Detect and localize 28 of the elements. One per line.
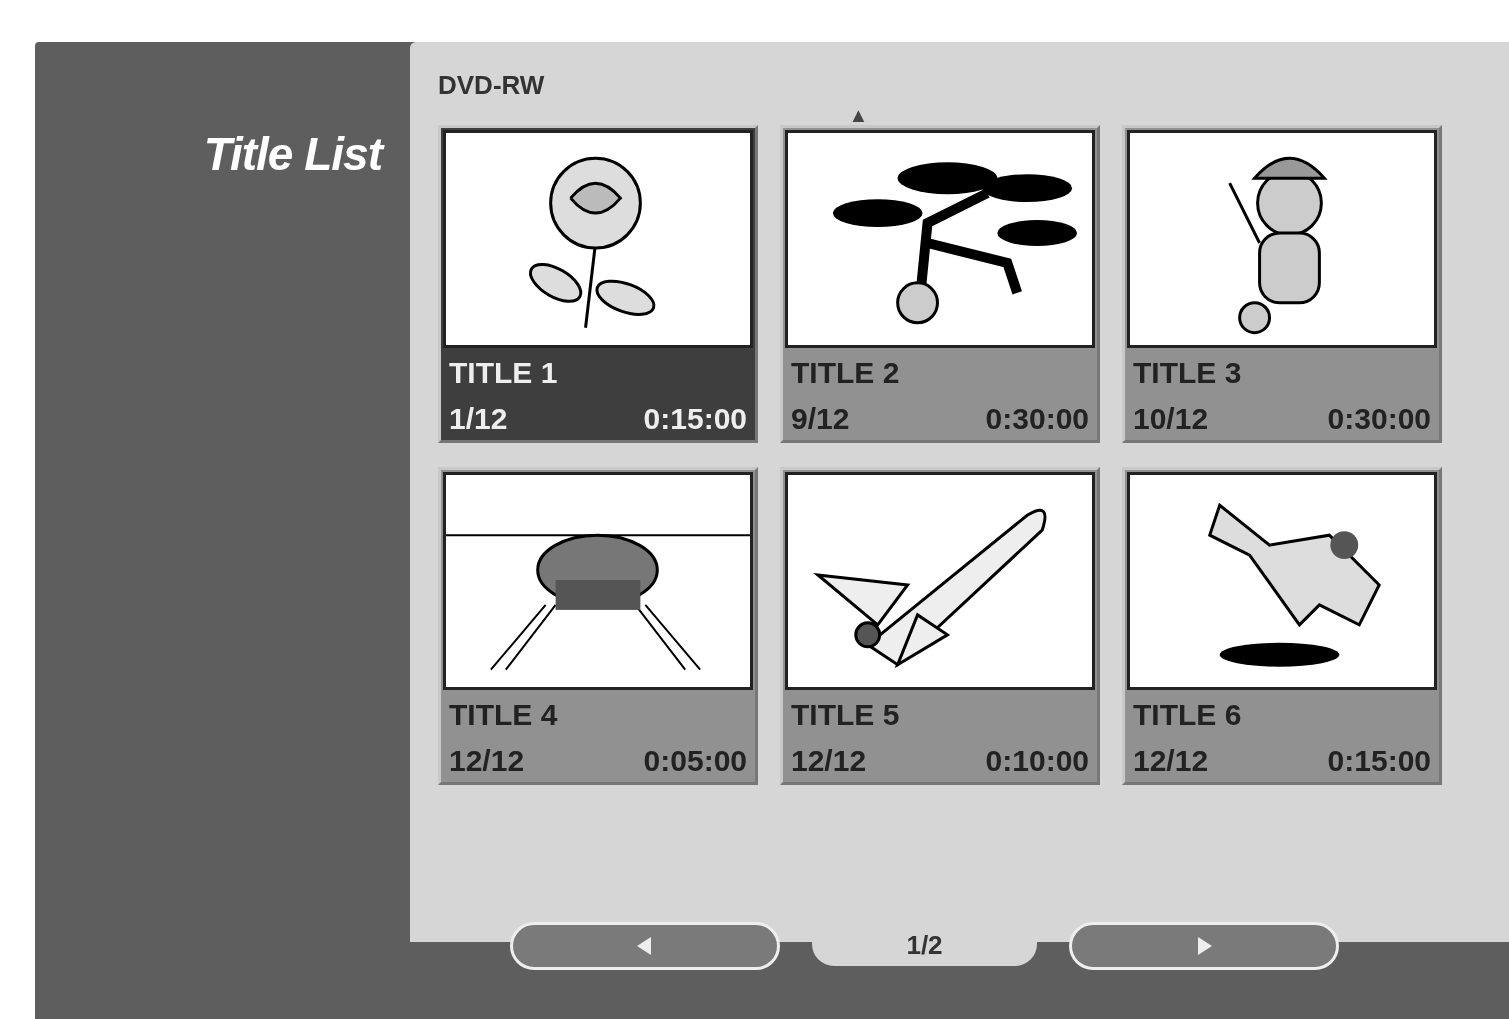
- title-date: 1/12: [449, 402, 508, 436]
- disc-label: DVD-RW: [438, 70, 545, 101]
- title-date: 12/12: [791, 744, 867, 778]
- title-card[interactable]: TITLE 4 12/12 0:05:00: [438, 467, 758, 785]
- title-duration: 0:15:00: [643, 402, 747, 436]
- title-name: TITLE 1: [449, 356, 559, 390]
- title-date: 10/12: [1133, 402, 1209, 436]
- title-name: TITLE 3: [1133, 356, 1243, 390]
- title-date: 12/12: [1133, 744, 1209, 778]
- title-name: TITLE 4: [449, 698, 559, 732]
- title-duration: 0:05:00: [643, 744, 747, 778]
- title-name: TITLE 6: [1133, 698, 1243, 732]
- title-duration: 0:30:00: [985, 402, 1089, 436]
- title-name: TITLE 2: [791, 356, 901, 390]
- title-card[interactable]: TITLE 6 12/12 0:15:00: [1122, 467, 1442, 785]
- title-card[interactable]: TITLE 2 9/12 0:30:00: [780, 125, 1100, 443]
- title-duration: 0:15:00: [1327, 744, 1431, 778]
- title-duration: 0:30:00: [1327, 402, 1431, 436]
- next-page-button[interactable]: [1069, 922, 1339, 970]
- scroll-up-arrow[interactable]: ▲: [848, 105, 869, 125]
- title-duration: 0:10:00: [985, 744, 1089, 778]
- title-card[interactable]: TITLE 5 12/12 0:10:00: [780, 467, 1100, 785]
- title-card[interactable]: TITLE 1 1/12 0:15:00: [438, 125, 758, 443]
- title-date: 12/12: [449, 744, 525, 778]
- title-name: TITLE 5: [791, 698, 901, 732]
- previous-page-button[interactable]: [510, 922, 780, 970]
- title-card[interactable]: TITLE 3 10/12 0:30:00: [1122, 125, 1442, 443]
- title-date: 9/12: [791, 402, 850, 436]
